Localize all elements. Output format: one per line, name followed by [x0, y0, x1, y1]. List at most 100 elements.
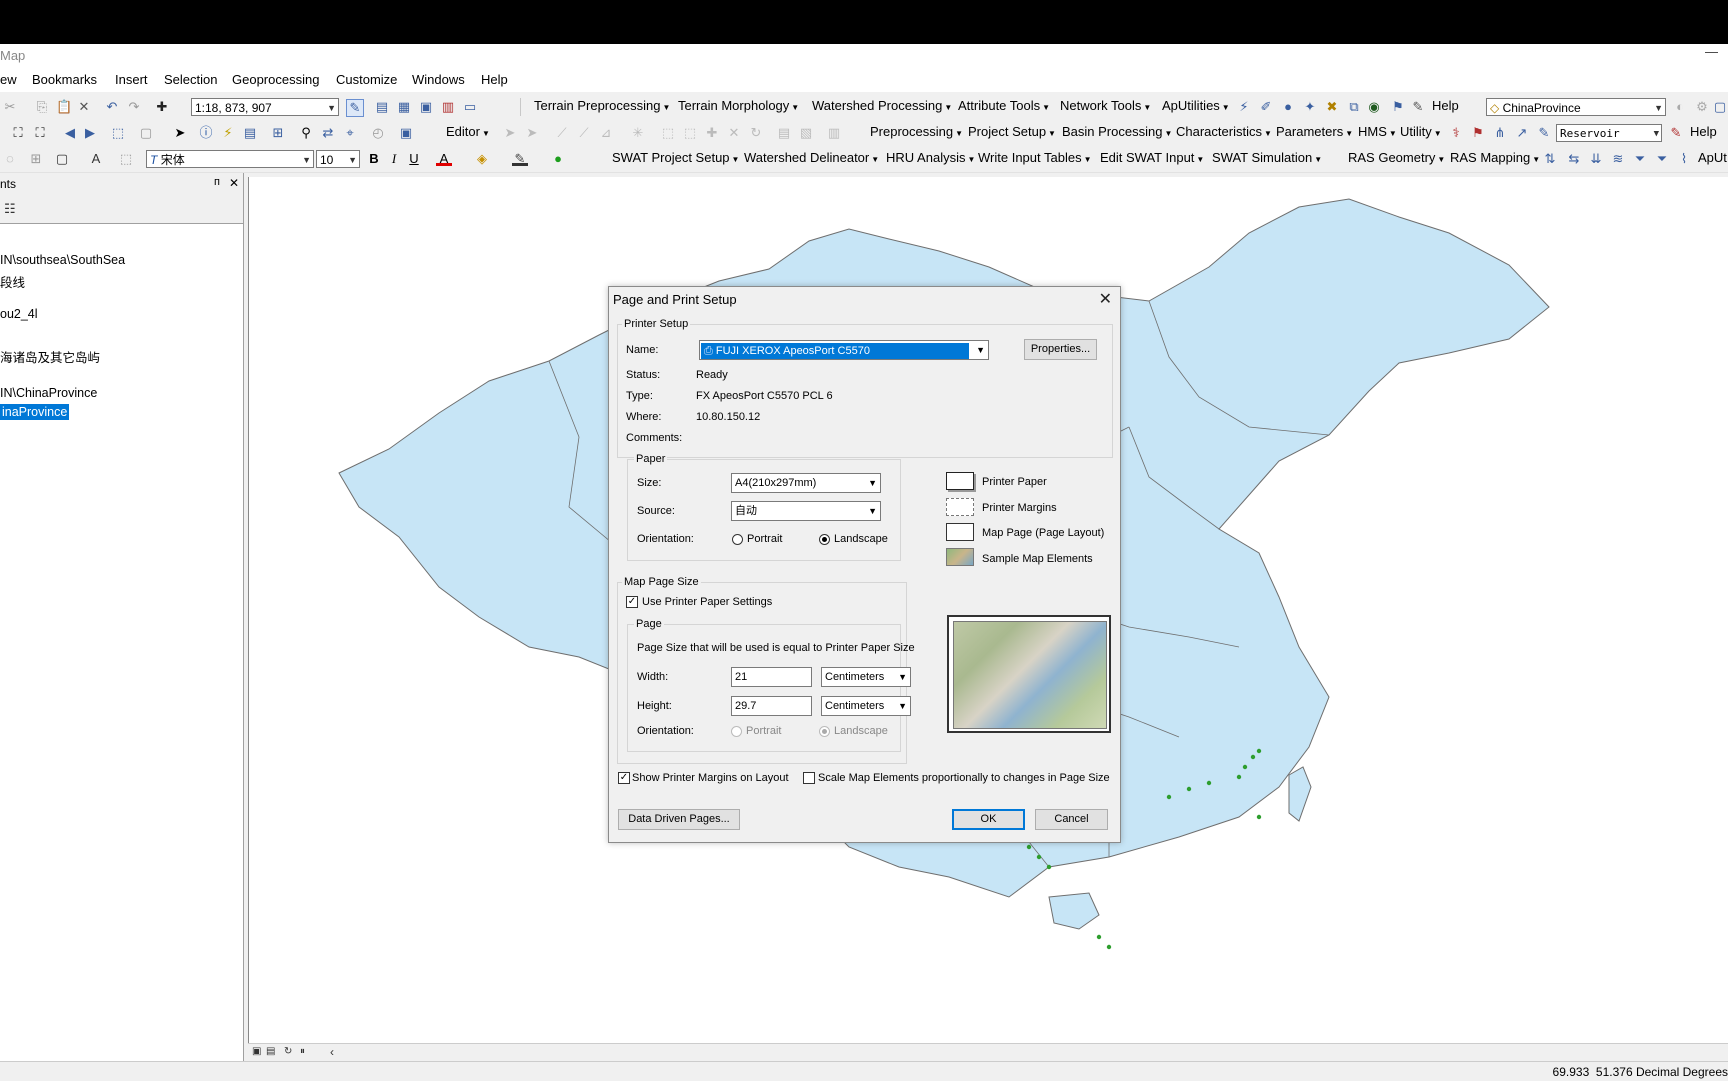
- menu-aputilities[interactable]: ApUtilities ▼: [1162, 98, 1230, 113]
- menu-edit-swat-input[interactable]: Edit SWAT Input ▼: [1100, 150, 1204, 165]
- data-view-icon[interactable]: ▤: [266, 1046, 275, 1057]
- menu-customize[interactable]: Customize: [336, 72, 397, 87]
- toc-item-ou2[interactable]: ou2_4l: [0, 307, 38, 321]
- toc-item-southsea[interactable]: IN\southsea\SouthSea: [0, 253, 125, 267]
- globe-icon[interactable]: ◉: [1366, 99, 1382, 115]
- time-slider-icon[interactable]: ◴: [370, 125, 386, 141]
- editor-toolbar-icon[interactable]: ✎: [346, 99, 364, 117]
- menu-watershed-delineator[interactable]: Watershed Delineator ▼: [744, 150, 879, 165]
- list-by-source-icon[interactable]: ☷: [4, 201, 16, 217]
- menu-hms[interactable]: HMS ▼: [1358, 124, 1397, 139]
- ras-tool-4-icon[interactable]: ≋: [1610, 151, 1626, 167]
- zoom-element-icon[interactable]: ⊞: [28, 151, 44, 167]
- menu-utility[interactable]: Utility ▼: [1400, 124, 1442, 139]
- cut-icon[interactable]: ✂: [2, 99, 18, 115]
- landscape-radio[interactable]: [819, 534, 830, 545]
- horizontal-scrollbar[interactable]: ▣ ▤ ↻ ⏸ ‹: [248, 1043, 1728, 1062]
- help-menu-1[interactable]: Help: [1432, 98, 1459, 113]
- aputilities-truncated[interactable]: ApUt: [1698, 150, 1727, 165]
- menu-ras-mapping[interactable]: RAS Mapping ▼: [1450, 150, 1540, 165]
- width-input[interactable]: 21: [731, 667, 812, 687]
- menu-insert[interactable]: Insert: [115, 72, 148, 87]
- straight-segment-icon[interactable]: ⟋: [554, 125, 570, 141]
- hms-split-icon[interactable]: ⋔: [1492, 125, 1508, 141]
- ok-button[interactable]: OK: [952, 809, 1025, 830]
- split-icon[interactable]: ✕: [726, 125, 742, 141]
- menu-network-tools[interactable]: Network Tools ▼: [1060, 98, 1151, 113]
- add-data-icon[interactable]: ✚: [154, 99, 170, 115]
- menu-geoprocessing[interactable]: Geoprocessing: [232, 72, 319, 87]
- select-features-icon[interactable]: ⬚: [110, 125, 126, 141]
- map-scale-combo[interactable]: 1:18, 873, 907 ▼: [191, 98, 339, 116]
- table-icon[interactable]: ▤: [374, 99, 390, 115]
- menu-project-setup[interactable]: Project Setup ▼: [968, 124, 1056, 139]
- trace-tool-icon[interactable]: ⊿: [598, 125, 614, 141]
- menu-watershed-processing[interactable]: Watershed Processing ▼: [812, 98, 952, 113]
- delete-icon[interactable]: ✕: [76, 99, 92, 115]
- redo-icon[interactable]: ↷: [126, 99, 142, 115]
- menu-swat-simulation[interactable]: SWAT Simulation ▼: [1212, 150, 1322, 165]
- data-driven-pages-button[interactable]: Data Driven Pages...: [618, 809, 740, 830]
- minimize-button[interactable]: —: [1705, 44, 1718, 59]
- measure-icon[interactable]: ⊞: [270, 125, 286, 141]
- menu-windows[interactable]: Windows: [412, 72, 465, 87]
- overflow-icon[interactable]: ▢: [1712, 99, 1728, 115]
- close-icon[interactable]: ✕: [229, 176, 239, 190]
- batch-point-icon[interactable]: ✦: [1302, 99, 1318, 115]
- point-tool-icon[interactable]: ✳: [630, 125, 646, 141]
- close-icon[interactable]: ✕: [1099, 289, 1112, 309]
- hms-point-icon[interactable]: ⚑: [1470, 125, 1486, 141]
- properties-button[interactable]: Properties...: [1024, 339, 1097, 360]
- forward-icon[interactable]: ▶: [82, 125, 98, 141]
- page-portrait-radio[interactable]: [731, 726, 742, 737]
- ras-tool-2-icon[interactable]: ⇆: [1566, 151, 1582, 167]
- reservoir-combo[interactable]: Reservoir ▼: [1556, 124, 1662, 142]
- toc-item-islands[interactable]: 海诸岛及其它岛屿: [0, 347, 100, 366]
- use-printer-settings-checkbox[interactable]: ✓: [626, 596, 638, 608]
- layer-combo[interactable]: ◇ ChinaProvince ▼: [1486, 98, 1666, 116]
- hyperlink-icon[interactable]: ⚡: [220, 125, 236, 141]
- pencil-icon[interactable]: ✎: [1410, 99, 1426, 115]
- refresh-icon[interactable]: ↻: [284, 1046, 292, 1057]
- edit-vertices-graphics-icon[interactable]: ⬚: [118, 151, 134, 167]
- edit-tool-icon[interactable]: ➤: [502, 125, 518, 141]
- point-delineation-icon[interactable]: ●: [1280, 99, 1296, 115]
- menu-parameters[interactable]: Parameters ▼: [1276, 124, 1353, 139]
- text-icon[interactable]: A: [88, 151, 104, 167]
- font-color-icon[interactable]: A: [436, 151, 452, 166]
- toc-item-chinaprovince-path[interactable]: IN\ChinaProvince: [0, 386, 97, 400]
- ras-tool-7-icon[interactable]: ⌇: [1676, 151, 1692, 167]
- fixed-zoom-icon[interactable]: ⛶: [32, 125, 48, 141]
- edit-annotation-icon[interactable]: ➤: [524, 125, 540, 141]
- rotate-element-icon[interactable]: ◌: [2, 151, 18, 167]
- ras-tool-6-icon[interactable]: ⏷: [1654, 151, 1670, 167]
- sketch-properties-icon[interactable]: ▧: [798, 125, 814, 141]
- search-window-icon[interactable]: ▣: [418, 99, 434, 115]
- toc-item-chinaprovince-selected[interactable]: inaProvince: [0, 404, 70, 420]
- arc-hydro-tool-icon[interactable]: ⚡: [1236, 99, 1252, 115]
- menu-attribute-tools[interactable]: Attribute Tools ▼: [958, 98, 1050, 113]
- python-window-icon[interactable]: ▭: [462, 99, 478, 115]
- catalog-icon[interactable]: ▦: [396, 99, 412, 115]
- paste-icon[interactable]: 📋: [56, 99, 72, 115]
- printer-name-select[interactable]: ⎙ FUJI XEROX ApeosPort C5570 ▼: [699, 340, 989, 360]
- reshape-icon[interactable]: ⬚: [682, 125, 698, 141]
- identify-icon[interactable]: ⓘ: [198, 125, 214, 141]
- toolbox-icon[interactable]: ▥: [440, 99, 456, 115]
- menu-write-input-tables[interactable]: Write Input Tables ▼: [978, 150, 1092, 165]
- html-popup-icon[interactable]: ▤: [242, 125, 258, 141]
- find-icon[interactable]: ⚲: [298, 125, 314, 141]
- menu-bookmarks[interactable]: Bookmarks: [32, 72, 97, 87]
- menu-ras-geometry[interactable]: RAS Geometry ▼: [1348, 150, 1445, 165]
- attributes-icon[interactable]: ▤: [776, 125, 792, 141]
- flow-path-icon[interactable]: ✐: [1258, 99, 1274, 115]
- page-landscape-radio[interactable]: [819, 726, 830, 737]
- editor-menu[interactable]: Editor ▼: [446, 124, 490, 139]
- cancel-button[interactable]: Cancel: [1035, 809, 1108, 830]
- menu-selection[interactable]: Selection: [164, 72, 217, 87]
- hms-profile-icon[interactable]: ↗: [1514, 125, 1530, 141]
- cut-polygons-icon[interactable]: ✚: [704, 125, 720, 141]
- select-elements-icon[interactable]: ➤: [172, 125, 188, 141]
- menu-view[interactable]: ew: [0, 72, 17, 87]
- paper-source-select[interactable]: 自动 ▼: [731, 501, 881, 521]
